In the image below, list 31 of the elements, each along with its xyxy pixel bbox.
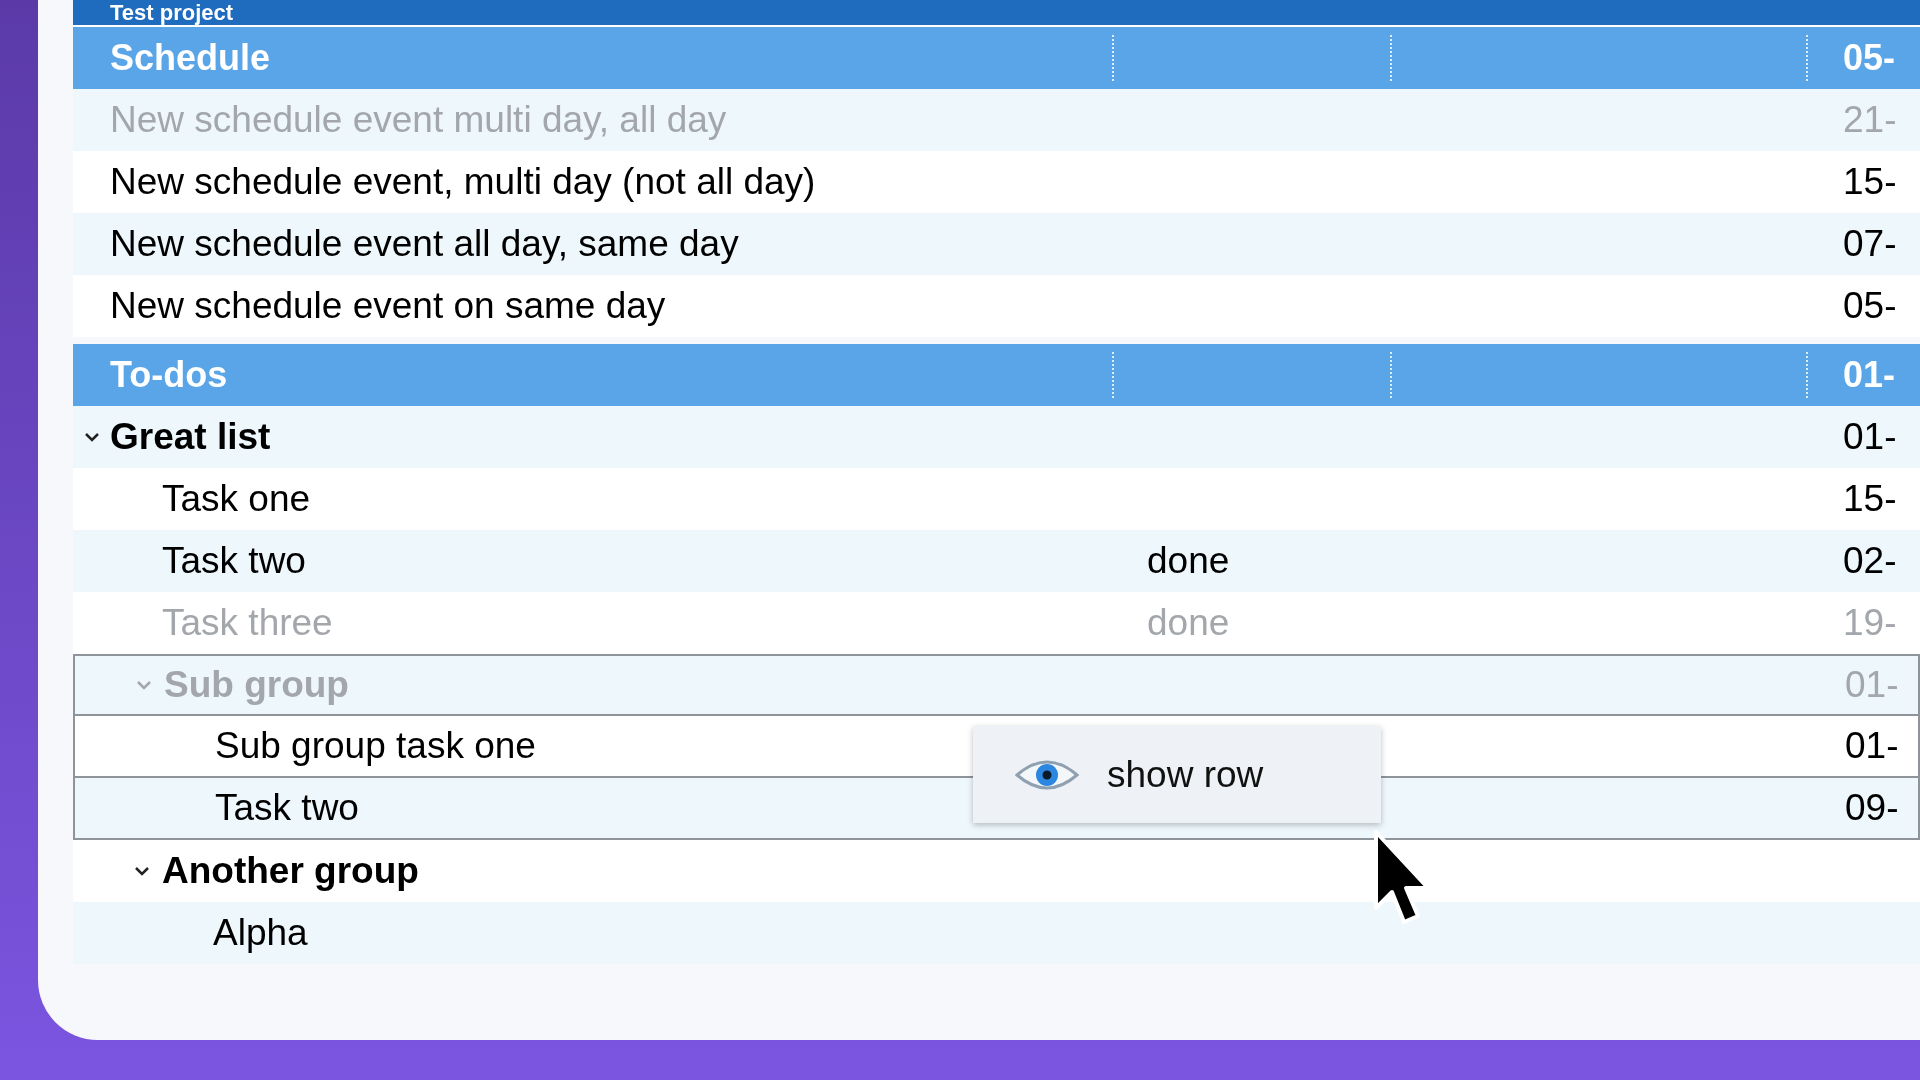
task-name: Task two — [162, 540, 306, 582]
date-text: 01- — [1845, 663, 1899, 708]
task-name: New schedule event, multi day (not all day) — [110, 161, 816, 203]
status-text: done — [1147, 540, 1230, 582]
group-name: Great list — [110, 416, 271, 458]
group-name: Another group — [162, 850, 419, 892]
date-text: 15- — [1843, 160, 1897, 205]
date-text: 02- — [1843, 539, 1897, 584]
status-text: done — [1147, 602, 1230, 644]
group-name: Sub group — [164, 664, 349, 706]
task-name: New schedule event all day, same day — [110, 223, 739, 265]
section-title: To-dos — [109, 353, 229, 397]
task-name: Task one — [162, 478, 311, 520]
task-name: Sub group task one — [215, 725, 536, 767]
date-text: 21- — [1843, 98, 1897, 143]
task-name: Task two — [215, 787, 359, 829]
section-title: Schedule — [109, 36, 272, 80]
task-name: Alpha — [213, 912, 308, 954]
date-text: 09- — [1845, 786, 1899, 831]
date-text: 01- — [1843, 415, 1897, 460]
task-name: Task three — [162, 602, 333, 644]
date-text: 01- — [1845, 724, 1899, 769]
section-date: 05- — [1843, 36, 1896, 80]
project-title: Test project — [110, 1, 234, 25]
task-name: New schedule event multi day, all day — [110, 99, 727, 141]
date-text: 15- — [1843, 477, 1897, 522]
date-text: 07- — [1843, 222, 1897, 267]
section-date: 01- — [1843, 353, 1896, 397]
date-text: 19- — [1843, 601, 1897, 646]
task-name: New schedule event on same day — [110, 285, 666, 327]
date-text: 05- — [1843, 284, 1897, 329]
